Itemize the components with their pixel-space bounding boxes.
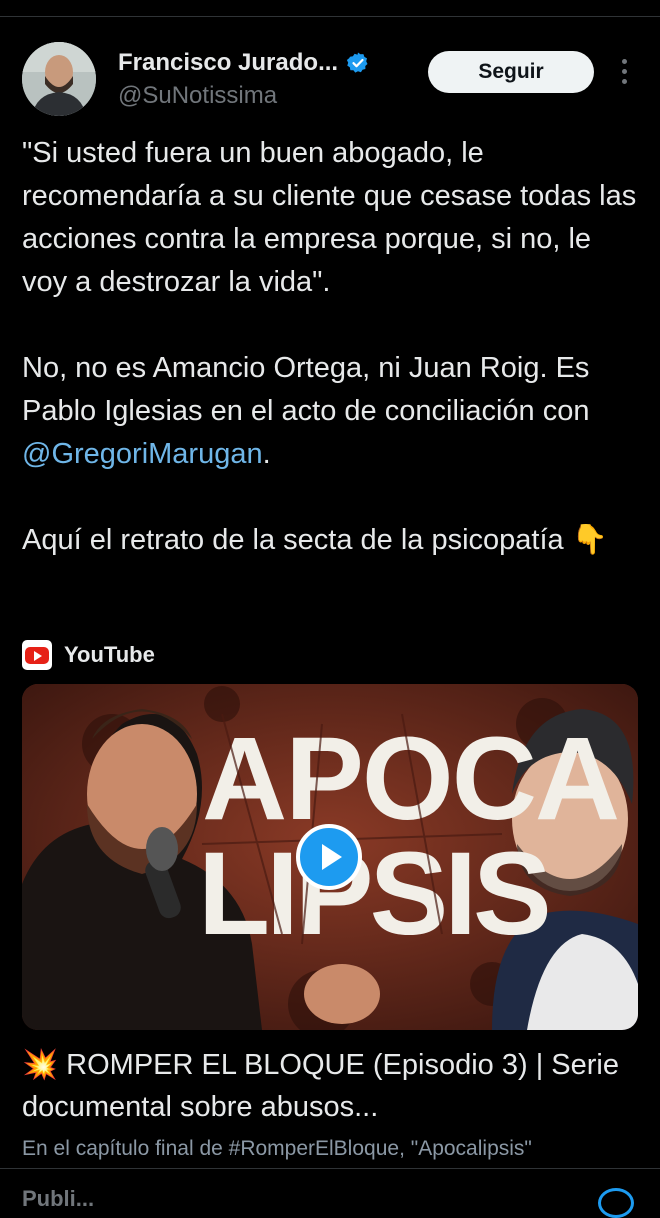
play-button-icon[interactable] [296,824,362,890]
tweet-text: "Si usted fuera un buen abogado, le reco… [22,132,642,605]
bottom-action-icon[interactable] [598,1188,634,1218]
more-options-icon[interactable] [618,56,630,92]
card-source-label: YouTube [64,642,155,667]
bottom-divider [0,1168,660,1169]
card-source[interactable]: YouTube [22,638,155,672]
tweet-paragraph-1: "Si usted fuera un buen abogado, le reco… [22,137,637,298]
author-name-row[interactable]: Francisco Jurado... [118,46,370,80]
follow-button[interactable]: Seguir [428,51,594,93]
thumbnail-text-line1: APOCA [202,713,618,845]
tweet-paragraph-3: Aquí el retrato de la secta de la psicop… [22,524,608,556]
mention-link[interactable]: @GregoriMarugan [22,438,263,470]
card-description: En el capítulo final de #RomperElBloque,… [22,1137,532,1160]
verified-badge-icon [346,52,368,73]
bottom-peek-text: Publi... [22,1186,95,1211]
top-divider [0,16,660,17]
author-display-name[interactable]: Francisco Jurado... [118,49,338,77]
tweet-paragraph-2-text: No, no es Amancio Ortega, ni Juan Roig. … [22,352,590,427]
thumbnail-text-line2: LIPSIS [198,828,548,960]
video-thumbnail[interactable]: APOCA LIPSIS [22,684,638,1030]
author-handle[interactable]: @SuNotissima [118,82,277,110]
tweet-paragraph-2: No, no es Amancio Ortega, ni Juan Roig. … [22,347,642,476]
youtube-logo-icon [22,640,52,670]
card-title[interactable]: 💥 ROMPER EL BLOQUE (Episodio 3) | Serie … [22,1044,642,1128]
tweet-header: Francisco Jurado... @SuNotissima Seguir [22,42,642,118]
tweet-paragraph-2-end: . [262,438,271,470]
author-avatar[interactable] [22,42,96,116]
